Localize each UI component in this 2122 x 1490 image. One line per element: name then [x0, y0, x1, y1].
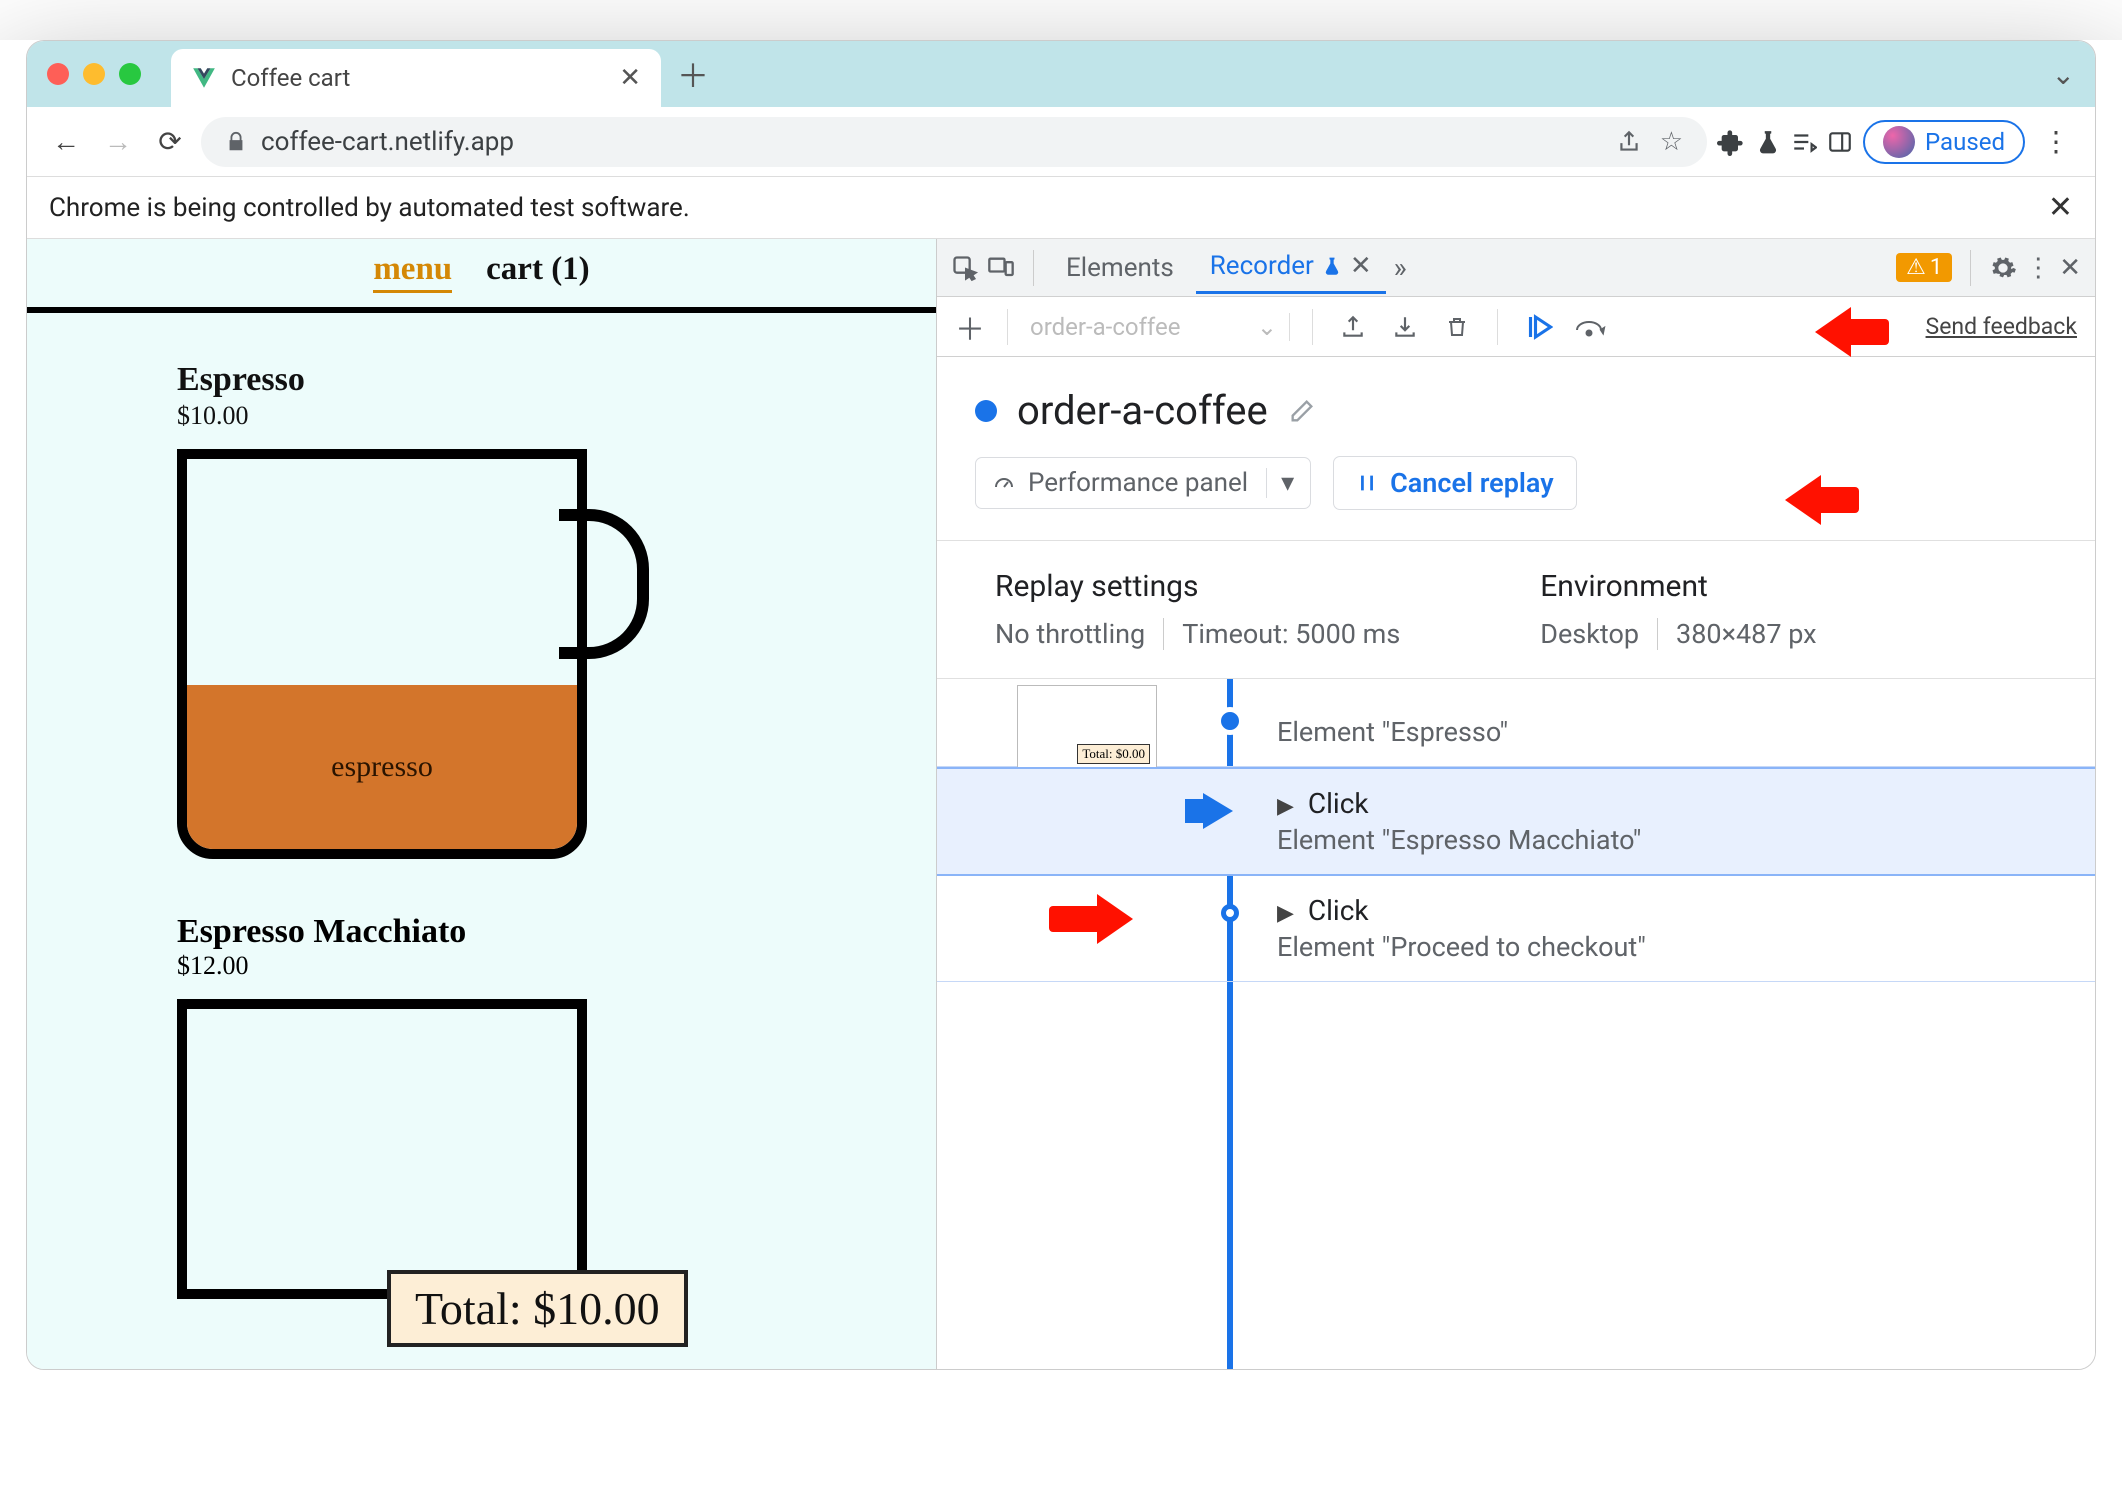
step-title: Click — [1308, 787, 1369, 820]
bookmark-icon[interactable]: ☆ — [1660, 127, 1683, 157]
throttling-value[interactable]: No throttling — [995, 618, 1145, 650]
chevron-down-icon: ▾ — [1266, 468, 1294, 498]
recording-name: order-a-coffee — [1017, 387, 1268, 434]
step-over-icon[interactable] — [1572, 309, 1608, 345]
timeout-value[interactable]: Timeout: 5000 ms — [1182, 618, 1400, 650]
browser-menu-icon[interactable]: ⋮ — [2035, 121, 2077, 163]
tab-title: Coffee cart — [231, 64, 350, 92]
new-tab-button[interactable]: ＋ — [677, 51, 709, 97]
url-text: coffee-cart.netlify.app — [261, 127, 514, 157]
step-subtitle: Element "Espresso" — [1277, 716, 2045, 748]
delete-icon[interactable] — [1439, 309, 1475, 345]
cup-illustration[interactable]: espresso — [177, 449, 607, 869]
send-feedback-link[interactable]: Send feedback — [1926, 313, 2077, 340]
chevron-down-icon: ⌄ — [1257, 313, 1277, 341]
devtools-close-icon[interactable]: ✕ — [2059, 253, 2081, 283]
devtools-menu-icon[interactable]: ⋮ — [2025, 253, 2051, 283]
issues-count: 1 — [1930, 255, 1942, 280]
profile-paused-pill[interactable]: Paused — [1863, 120, 2025, 164]
cup-fill-label: espresso — [187, 685, 577, 849]
import-icon[interactable] — [1387, 309, 1423, 345]
share-icon[interactable] — [1616, 129, 1642, 155]
media-icon[interactable] — [1791, 129, 1817, 155]
recording-selector[interactable]: order-a-coffee ⌄ — [1030, 313, 1290, 341]
automation-banner-close[interactable]: ✕ — [2048, 190, 2073, 225]
recorder-toolbar: ＋ order-a-coffee ⌄ Send feedback — [937, 297, 2095, 357]
devtools-tabbar: Elements Recorder ✕ » ⚠ 1 ⋮ ✕ — [937, 239, 2095, 297]
product-name: Espresso Macchiato — [177, 913, 936, 951]
reload-button[interactable]: ⟳ — [149, 121, 191, 163]
cancel-replay-button[interactable]: Cancel replay — [1333, 456, 1576, 510]
device-icon[interactable] — [987, 254, 1015, 282]
product-price: $10.00 — [177, 401, 936, 431]
avatar — [1883, 126, 1915, 158]
expand-caret-icon[interactable]: ▶ — [1277, 901, 1294, 926]
step-title: Click — [1308, 894, 1369, 927]
product-macchiato: Espresso Macchiato $12.00 — [27, 869, 936, 1179]
labs-icon[interactable] — [1755, 129, 1781, 155]
export-icon[interactable] — [1335, 309, 1371, 345]
total-tooltip[interactable]: Total: $10.00 — [387, 1270, 688, 1347]
lock-icon — [225, 131, 247, 153]
url-field[interactable]: coffee-cart.netlify.app ☆ — [201, 117, 1707, 167]
device-value[interactable]: Desktop — [1540, 618, 1639, 650]
paused-label: Paused — [1925, 128, 2005, 156]
pause-icon — [1356, 472, 1378, 494]
page-preview: menu cart (1) Espresso $10.00 espresso E… — [27, 239, 937, 1369]
address-bar: ← → ⟳ coffee-cart.netlify.app ☆ Paused ⋮ — [27, 107, 2095, 177]
window-maximize[interactable] — [119, 63, 141, 85]
annotation-arrow — [1785, 475, 1855, 525]
edit-icon[interactable] — [1288, 397, 1316, 425]
annotation-arrow — [1049, 894, 1119, 944]
nav-cart[interactable]: cart (1) — [486, 251, 590, 293]
gauge-icon — [992, 471, 1016, 495]
step-subtitle: Element "Proceed to checkout" — [1277, 931, 2045, 963]
warning-icon: ⚠ — [1906, 255, 1926, 280]
automation-banner: Chrome is being controlled by automated … — [27, 177, 2095, 239]
more-tabs-icon[interactable]: » — [1394, 251, 1407, 284]
dimensions-value[interactable]: 380×487 px — [1676, 618, 1817, 650]
window-close[interactable] — [47, 63, 69, 85]
expand-caret-icon[interactable]: ▶ — [1277, 794, 1294, 819]
browser-tab[interactable]: Coffee cart ✕ — [171, 49, 661, 107]
performance-panel-button[interactable]: Performance panel ▾ — [975, 457, 1311, 509]
new-recording-button[interactable]: ＋ — [955, 305, 985, 349]
tab-close-icon[interactable]: ✕ — [1350, 251, 1372, 281]
recording-status-dot — [975, 400, 997, 422]
extensions-icon[interactable] — [1717, 128, 1745, 156]
tabs-overflow-icon[interactable]: ⌄ — [2052, 58, 2075, 91]
nav-menu[interactable]: menu — [373, 251, 452, 293]
automation-banner-text: Chrome is being controlled by automated … — [49, 193, 690, 223]
step-row[interactable]: ▶ Click Element "Espresso Macchiato" — [937, 767, 2095, 876]
flask-icon — [1322, 256, 1342, 276]
step-thumbnail: Total: $0.00 — [1017, 685, 1157, 771]
devtools-panel: Elements Recorder ✕ » ⚠ 1 ⋮ ✕ ＋ — [937, 239, 2095, 1369]
cup-illustration[interactable] — [177, 999, 607, 1179]
vue-icon — [191, 65, 217, 91]
steps-timeline: Total: $0.00 ▶x Element "Espresso" ▶ Cli… — [937, 679, 2095, 1369]
inspect-icon[interactable] — [951, 254, 979, 282]
recording-header: order-a-coffee — [937, 357, 2095, 456]
tab-close-icon[interactable]: ✕ — [619, 63, 641, 93]
settings-gear-icon[interactable] — [1989, 254, 2017, 282]
environment-heading: Environment — [1540, 569, 1816, 604]
replay-icon[interactable] — [1520, 309, 1556, 345]
forward-button[interactable]: → — [97, 121, 139, 163]
titlebar: Coffee cart ✕ ＋ ⌄ — [27, 41, 2095, 107]
step-subtitle: Element "Espresso Macchiato" — [1277, 824, 2045, 856]
product-price: $12.00 — [177, 951, 936, 981]
tab-recorder[interactable]: Recorder ✕ — [1196, 241, 1386, 294]
sidepanel-icon[interactable] — [1827, 129, 1853, 155]
product-name: Espresso — [177, 361, 936, 399]
step-row[interactable]: Total: $0.00 ▶x Element "Espresso" — [937, 679, 2095, 767]
back-button[interactable]: ← — [45, 121, 87, 163]
replay-settings-heading: Replay settings — [995, 569, 1400, 604]
product-espresso: Espresso $10.00 espresso — [27, 313, 936, 869]
issues-badge[interactable]: ⚠ 1 — [1896, 253, 1952, 282]
annotation-arrow — [1815, 307, 1885, 357]
current-step-marker — [1203, 793, 1233, 829]
replay-settings-row: Replay settings No throttling Timeout: 5… — [937, 540, 2095, 679]
window-minimize[interactable] — [83, 63, 105, 85]
tab-elements[interactable]: Elements — [1052, 243, 1188, 293]
